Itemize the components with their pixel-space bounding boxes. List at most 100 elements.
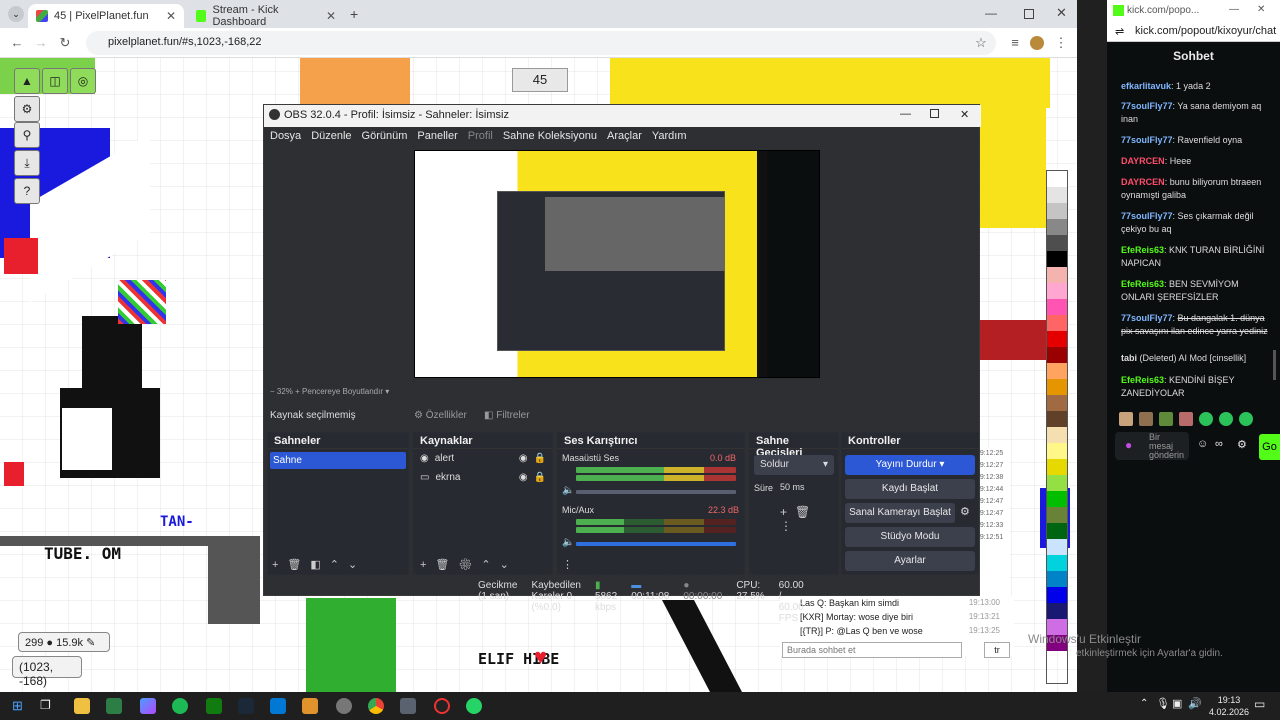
minimize-icon[interactable]: — — [900, 108, 911, 120]
volume-slider[interactable] — [576, 490, 736, 494]
mixer-menu-icon[interactable]: ⋮ — [562, 558, 573, 571]
emote-icon[interactable] — [1179, 412, 1193, 426]
file-explorer-icon[interactable] — [74, 698, 90, 714]
transition-select[interactable]: Soldur ▾ — [754, 455, 834, 475]
send-button[interactable]: Go — [1259, 434, 1280, 460]
microphone-icon[interactable]: ● — [1125, 438, 1132, 452]
reload-icon[interactable]: ↻ — [56, 34, 74, 52]
maximize-icon[interactable] — [1024, 9, 1034, 19]
palette-swatch[interactable] — [1047, 587, 1067, 603]
settings-gear-icon[interactable] — [336, 698, 352, 714]
menu-tools[interactable]: Araçlar — [607, 130, 642, 144]
menu-edit[interactable]: Düzenle — [311, 130, 351, 144]
forward-icon[interactable]: → — [32, 34, 50, 52]
user-icon[interactable]: ⚲ — [14, 122, 40, 148]
palette-swatch[interactable] — [1047, 571, 1067, 587]
menu-scene-collection[interactable]: Sahne Koleksiyonu — [503, 130, 597, 144]
palette-swatch[interactable] — [1047, 427, 1067, 443]
network-icon[interactable]: ▣ — [1172, 697, 1182, 710]
lock-icon[interactable]: 🔒 — [534, 472, 546, 483]
chat-user[interactable]: DAYRCEN — [1121, 156, 1165, 166]
expand-up-icon[interactable]: ▲ — [14, 68, 40, 94]
language-select[interactable]: tr — [984, 642, 1010, 658]
palette-swatch[interactable] — [1047, 299, 1067, 315]
palette-swatch[interactable] — [1047, 411, 1067, 427]
emote-icon[interactable] — [1199, 412, 1213, 426]
media-icon[interactable]: ≡ — [1006, 34, 1024, 52]
emote-bar[interactable] — [1119, 412, 1269, 428]
scene-item[interactable]: Sahne — [270, 452, 406, 469]
palette-swatch[interactable] — [1047, 219, 1067, 235]
color-palette[interactable] — [1046, 170, 1068, 684]
obs-preview[interactable] — [414, 150, 820, 378]
properties-button[interactable]: ⚙ Özellikler — [414, 410, 467, 421]
palette-swatch[interactable] — [1047, 443, 1067, 459]
copilot-icon[interactable] — [140, 698, 156, 714]
settings-gear-icon[interactable]: ⚙ — [14, 96, 40, 122]
stop-streaming-button[interactable]: Yayını Durdur ▾ — [845, 455, 975, 475]
whatsapp-icon[interactable] — [466, 698, 482, 714]
filters-button[interactable]: ◧ Filtreler — [484, 410, 530, 421]
spotify-icon[interactable] — [172, 698, 188, 714]
start-virtual-camera-button[interactable]: Sanal Kamerayı Başlat — [845, 503, 955, 523]
close-icon[interactable]: ✕ — [166, 9, 176, 23]
palette-swatch[interactable] — [1047, 235, 1067, 251]
help-icon[interactable]: ? — [14, 178, 40, 204]
palette-swatch[interactable] — [1047, 331, 1067, 347]
emote-icon[interactable] — [1219, 412, 1233, 426]
source-item[interactable]: ◉ alert ◉ 🔒 — [414, 449, 552, 468]
store-icon[interactable] — [270, 698, 286, 714]
palette-swatch[interactable] — [1047, 491, 1067, 507]
site-info-icon[interactable]: ⇌ — [1115, 25, 1124, 38]
dashboard-chat-input[interactable]: Burada sohbet et — [782, 642, 962, 658]
tab-search-icon[interactable]: ⌄ — [8, 6, 24, 22]
chat-user[interactable]: efkarlitavuk — [1121, 81, 1171, 91]
chat-user[interactable]: EfeReis63 — [1121, 279, 1164, 289]
chat-user[interactable]: EfeReis63 — [1121, 245, 1164, 255]
menu-profile[interactable]: Profil — [468, 130, 493, 144]
palette-swatch[interactable] — [1047, 171, 1067, 187]
notifications-icon[interactable]: ▭ — [1254, 697, 1265, 711]
scene-actions[interactable]: +🗑◧⌃⌄ — [272, 558, 366, 571]
chat-user[interactable]: tabi — [1121, 353, 1137, 363]
clock[interactable]: 19:13 4.02.2026 — [1206, 694, 1252, 718]
settings-gear-icon[interactable]: ⚙ — [1237, 438, 1247, 451]
emote-icon[interactable] — [1139, 412, 1153, 426]
close-icon[interactable]: ✕ — [960, 108, 969, 121]
duration-input[interactable]: 50 ms — [776, 479, 834, 497]
mute-speaker-icon[interactable]: 🔈 — [562, 485, 574, 496]
tab-kick-dashboard[interactable]: Stream - Kick Dashboard ✕ — [188, 4, 344, 28]
palette-swatch[interactable] — [1047, 315, 1067, 331]
profile-avatar[interactable] — [1030, 36, 1044, 50]
palette-swatch[interactable] — [1047, 475, 1067, 491]
microphone-icon[interactable]: 🎙 — [1156, 697, 1170, 710]
close-icon[interactable]: ✕ — [326, 9, 336, 23]
palette-swatch[interactable] — [1047, 603, 1067, 619]
palette-swatch[interactable] — [1047, 251, 1067, 267]
palette-swatch[interactable] — [1047, 459, 1067, 475]
palette-swatch[interactable] — [1047, 395, 1067, 411]
tab-pixelplanet[interactable]: 45 | PixelPlanet.fun ✕ — [28, 4, 184, 28]
volume-slider[interactable] — [576, 542, 736, 546]
chat-toggle-icon[interactable]: ◎ — [70, 68, 96, 94]
menu-docks[interactable]: Paneller — [417, 130, 457, 144]
palette-swatch[interactable] — [1047, 283, 1067, 299]
palette-swatch[interactable] — [1047, 187, 1067, 203]
palette-swatch[interactable] — [1047, 539, 1067, 555]
app-icon[interactable] — [302, 698, 318, 714]
tray-chevron-icon[interactable]: ⌃ — [1140, 698, 1148, 709]
minimize-icon[interactable]: — — [985, 6, 997, 20]
emoji-icon[interactable]: ☺ — [1197, 438, 1208, 450]
chat-url-bar[interactable]: ⇌ kick.com/popout/kixoyur/chat — [1107, 22, 1280, 42]
lock-icon[interactable]: 🔒 — [534, 453, 546, 464]
chat-user[interactable]: EfeReis63 — [1121, 375, 1164, 385]
new-tab-icon[interactable]: + — [350, 6, 358, 22]
download-icon[interactable]: ⤓ — [14, 150, 40, 176]
calculator-icon[interactable] — [106, 698, 122, 714]
minimize-icon[interactable]: — — [1229, 4, 1239, 15]
palette-swatch[interactable] — [1047, 347, 1067, 363]
chat-user[interactable]: 77soulFly77 — [1121, 211, 1173, 221]
start-recording-button[interactable]: Kaydı Başlat — [845, 479, 975, 499]
palette-swatch[interactable] — [1047, 267, 1067, 283]
emote-icon[interactable] — [1119, 412, 1133, 426]
